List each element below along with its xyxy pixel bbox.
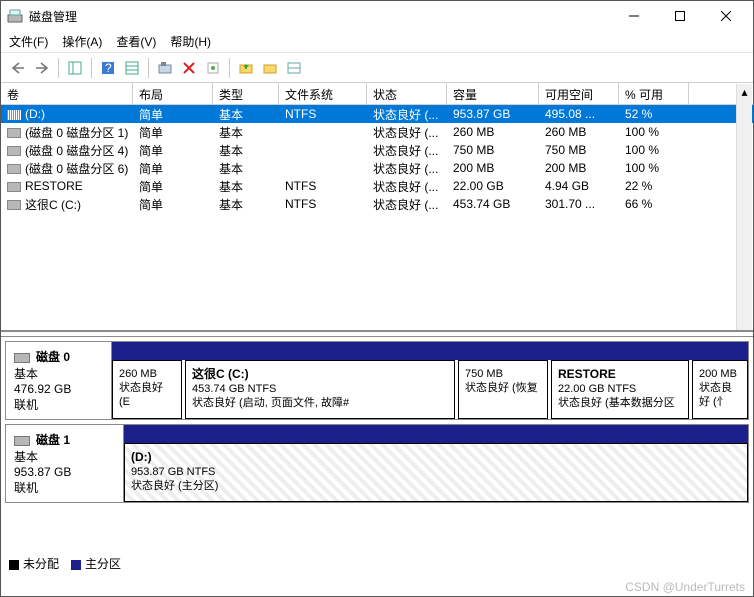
title-bar: 磁盘管理	[1, 1, 753, 31]
refresh-button[interactable]	[154, 57, 176, 79]
disk-stripe-bar	[112, 342, 748, 360]
menu-file[interactable]: 文件(F)	[9, 33, 48, 50]
window-title: 磁盘管理	[29, 8, 611, 25]
disk-row: 磁盘 1基本953.87 GB联机 (D:)953.87 GB NTFS状态良好…	[5, 424, 749, 503]
svg-text:?: ?	[105, 61, 112, 75]
folder-button[interactable]	[259, 57, 281, 79]
view-layout-button[interactable]	[283, 57, 305, 79]
disk-header[interactable]: 磁盘 1基本953.87 GB联机	[6, 425, 124, 502]
legend-unalloc-icon	[9, 560, 19, 570]
table-row[interactable]: (D:)简单基本NTFS状态良好 (...953.87 GB495.08 ...…	[1, 105, 753, 123]
volume-table: 卷 布局 类型 文件系统 状态 容量 可用空间 % 可用 (D:)简单基本NTF…	[1, 83, 753, 331]
pane-splitter[interactable]	[1, 331, 753, 337]
legend-primary-icon	[71, 560, 81, 570]
table-row[interactable]: 这很C (C:)简单基本NTFS状态良好 (...453.74 GB301.70…	[1, 195, 753, 213]
properties-button[interactable]	[202, 57, 224, 79]
volume-icon	[7, 128, 21, 138]
partition[interactable]: 这很C (C:)453.74 GB NTFS状态良好 (启动, 页面文件, 故障…	[185, 360, 455, 419]
partition[interactable]: RESTORE22.00 GB NTFS状态良好 (基本数据分区	[551, 360, 689, 419]
disk-icon	[14, 353, 30, 363]
col-layout[interactable]: 布局	[133, 83, 213, 104]
disk-row: 磁盘 0基本476.92 GB联机260 MB状态良好 (E这很C (C:)45…	[5, 341, 749, 420]
watermark: CSDN @UnderTurrets	[625, 580, 745, 594]
minimize-button[interactable]	[611, 1, 657, 31]
forward-button[interactable]	[31, 57, 53, 79]
disk-stripe-bar	[124, 425, 748, 443]
table-row[interactable]: (磁盘 0 磁盘分区 4)简单基本状态良好 (...750 MB750 MB10…	[1, 141, 753, 159]
col-fs[interactable]: 文件系统	[279, 83, 367, 104]
menu-help[interactable]: 帮助(H)	[170, 33, 211, 50]
col-pct[interactable]: % 可用	[619, 83, 689, 104]
app-icon	[7, 8, 23, 24]
menu-view[interactable]: 查看(V)	[116, 33, 156, 50]
volume-icon	[7, 200, 21, 210]
col-free[interactable]: 可用空间	[539, 83, 619, 104]
scroll-up-icon[interactable]: ▴	[737, 84, 752, 100]
volume-icon	[7, 182, 21, 192]
menu-action[interactable]: 操作(A)	[62, 33, 102, 50]
show-hide-tree-button[interactable]	[64, 57, 86, 79]
col-cap[interactable]: 容量	[447, 83, 539, 104]
partition[interactable]: 200 MB状态良好 (忄	[692, 360, 748, 419]
col-type[interactable]: 类型	[213, 83, 279, 104]
table-row[interactable]: (磁盘 0 磁盘分区 1)简单基本状态良好 (...260 MB260 MB10…	[1, 123, 753, 141]
disk-layout-panel: 磁盘 0基本476.92 GB联机260 MB状态良好 (E这很C (C:)45…	[1, 341, 753, 503]
volume-icon	[7, 110, 21, 120]
disk-icon	[14, 436, 30, 446]
toolbar: ?	[1, 53, 753, 83]
vertical-scrollbar[interactable]: ▴	[736, 84, 752, 330]
maximize-button[interactable]	[657, 1, 703, 31]
table-header: 卷 布局 类型 文件系统 状态 容量 可用空间 % 可用	[1, 83, 753, 105]
help-button[interactable]: ?	[97, 57, 119, 79]
delete-button[interactable]	[178, 57, 200, 79]
back-button[interactable]	[7, 57, 29, 79]
menu-bar: 文件(F) 操作(A) 查看(V) 帮助(H)	[1, 31, 753, 53]
disk-header[interactable]: 磁盘 0基本476.92 GB联机	[6, 342, 112, 419]
legend-unalloc: 未分配	[23, 557, 59, 571]
volume-icon	[7, 164, 21, 174]
partition[interactable]: 260 MB状态良好 (E	[112, 360, 182, 419]
col-vol[interactable]: 卷	[1, 83, 133, 104]
list-button[interactable]	[121, 57, 143, 79]
table-row[interactable]: (磁盘 0 磁盘分区 6)简单基本状态良好 (...200 MB200 MB10…	[1, 159, 753, 177]
legend: 未分配 主分区	[7, 551, 123, 576]
close-button[interactable]	[703, 1, 749, 31]
table-row[interactable]: RESTORE简单基本NTFS状态良好 (...22.00 GB4.94 GB2…	[1, 177, 753, 195]
partition[interactable]: (D:)953.87 GB NTFS状态良好 (主分区)	[124, 443, 748, 502]
legend-primary: 主分区	[85, 557, 121, 571]
folder-up-button[interactable]	[235, 57, 257, 79]
volume-icon	[7, 146, 21, 156]
partition[interactable]: 750 MB状态良好 (恢复	[458, 360, 548, 419]
col-status[interactable]: 状态	[367, 83, 447, 104]
